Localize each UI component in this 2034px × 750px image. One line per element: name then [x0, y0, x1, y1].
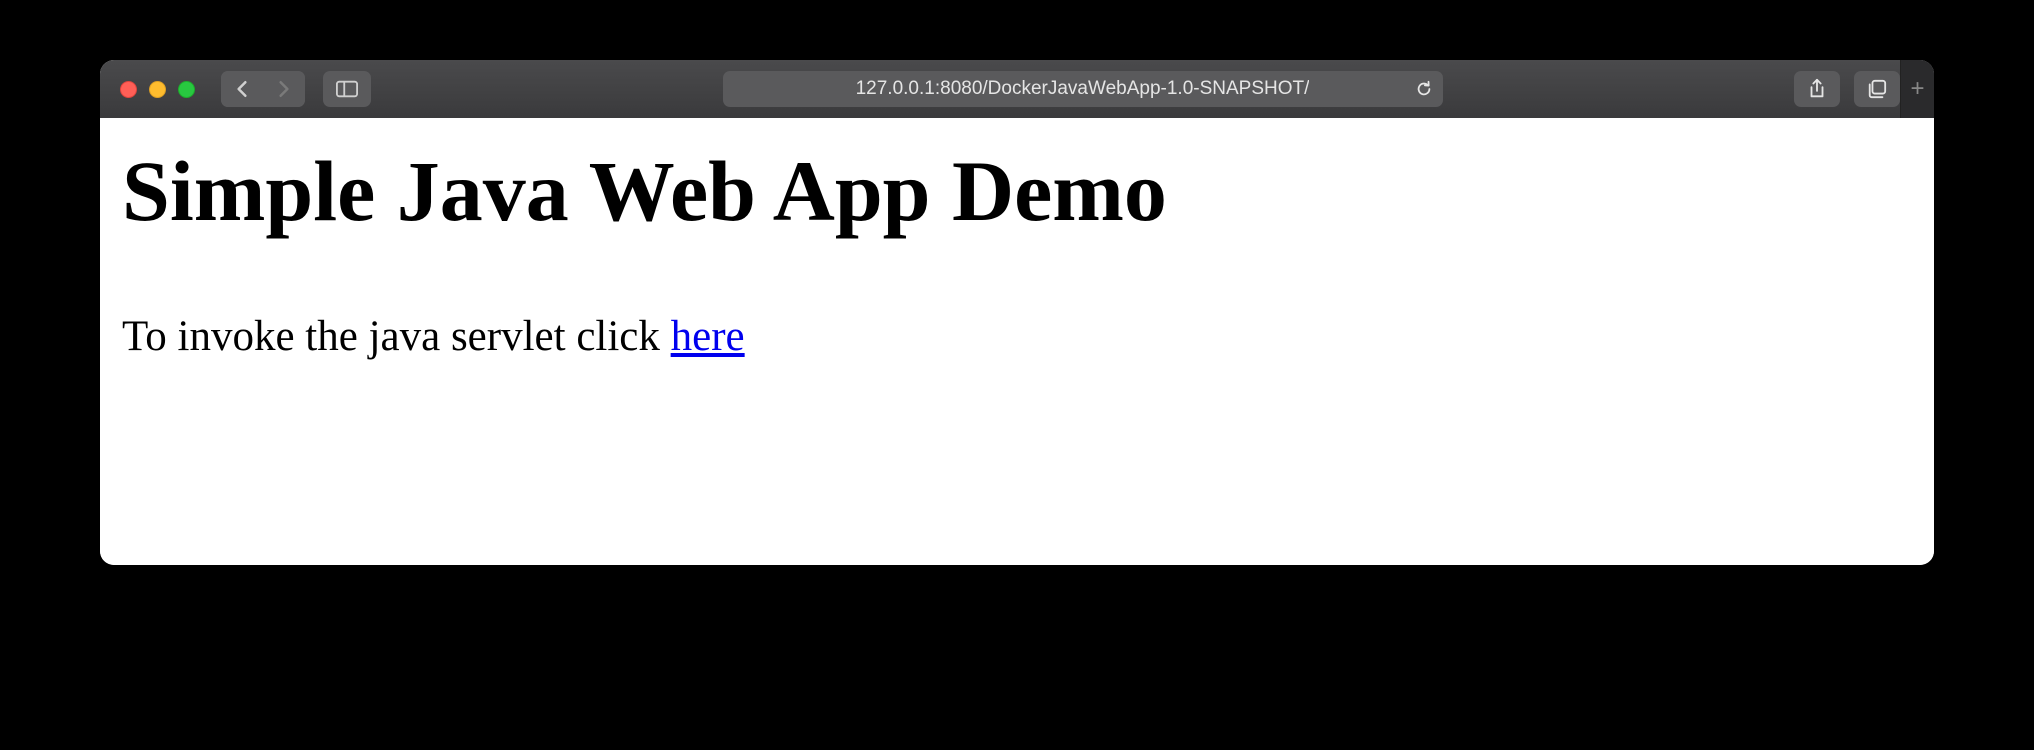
share-button[interactable]	[1794, 71, 1840, 107]
address-bar[interactable]: 127.0.0.1:8080/DockerJavaWebApp-1.0-SNAP…	[723, 71, 1443, 107]
chevron-right-icon	[277, 80, 291, 98]
tabs-icon	[1867, 78, 1887, 100]
servlet-link[interactable]: here	[671, 313, 745, 360]
sidebar-icon	[336, 80, 358, 98]
back-button[interactable]	[221, 71, 263, 107]
window-controls	[120, 81, 195, 98]
reload-icon	[1415, 80, 1433, 98]
page-heading: Simple Java Web App Demo	[122, 144, 1912, 239]
browser-toolbar: 127.0.0.1:8080/DockerJavaWebApp-1.0-SNAP…	[100, 60, 1934, 118]
tabs-button[interactable]	[1854, 71, 1900, 107]
nav-button-group	[221, 71, 305, 107]
toolbar-right-group	[1794, 71, 1900, 107]
maximize-window-button[interactable]	[178, 81, 195, 98]
reload-button[interactable]	[1415, 80, 1433, 98]
address-text: 127.0.0.1:8080/DockerJavaWebApp-1.0-SNAP…	[856, 78, 1310, 100]
chevron-left-icon	[235, 80, 249, 98]
close-window-button[interactable]	[120, 81, 137, 98]
share-icon	[1807, 78, 1827, 100]
plus-icon: +	[1910, 75, 1924, 103]
page-paragraph: To invoke the java servlet click here	[122, 311, 1912, 363]
page-content: Simple Java Web App Demo To invoke the j…	[100, 118, 1934, 565]
paragraph-text: To invoke the java servlet click	[122, 313, 671, 360]
address-bar-container: 127.0.0.1:8080/DockerJavaWebApp-1.0-SNAP…	[391, 71, 1774, 107]
sidebar-toggle-button[interactable]	[323, 71, 371, 107]
forward-button[interactable]	[263, 71, 305, 107]
browser-window: 127.0.0.1:8080/DockerJavaWebApp-1.0-SNAP…	[100, 60, 1934, 565]
minimize-window-button[interactable]	[149, 81, 166, 98]
new-tab-button[interactable]: +	[1900, 60, 1934, 118]
